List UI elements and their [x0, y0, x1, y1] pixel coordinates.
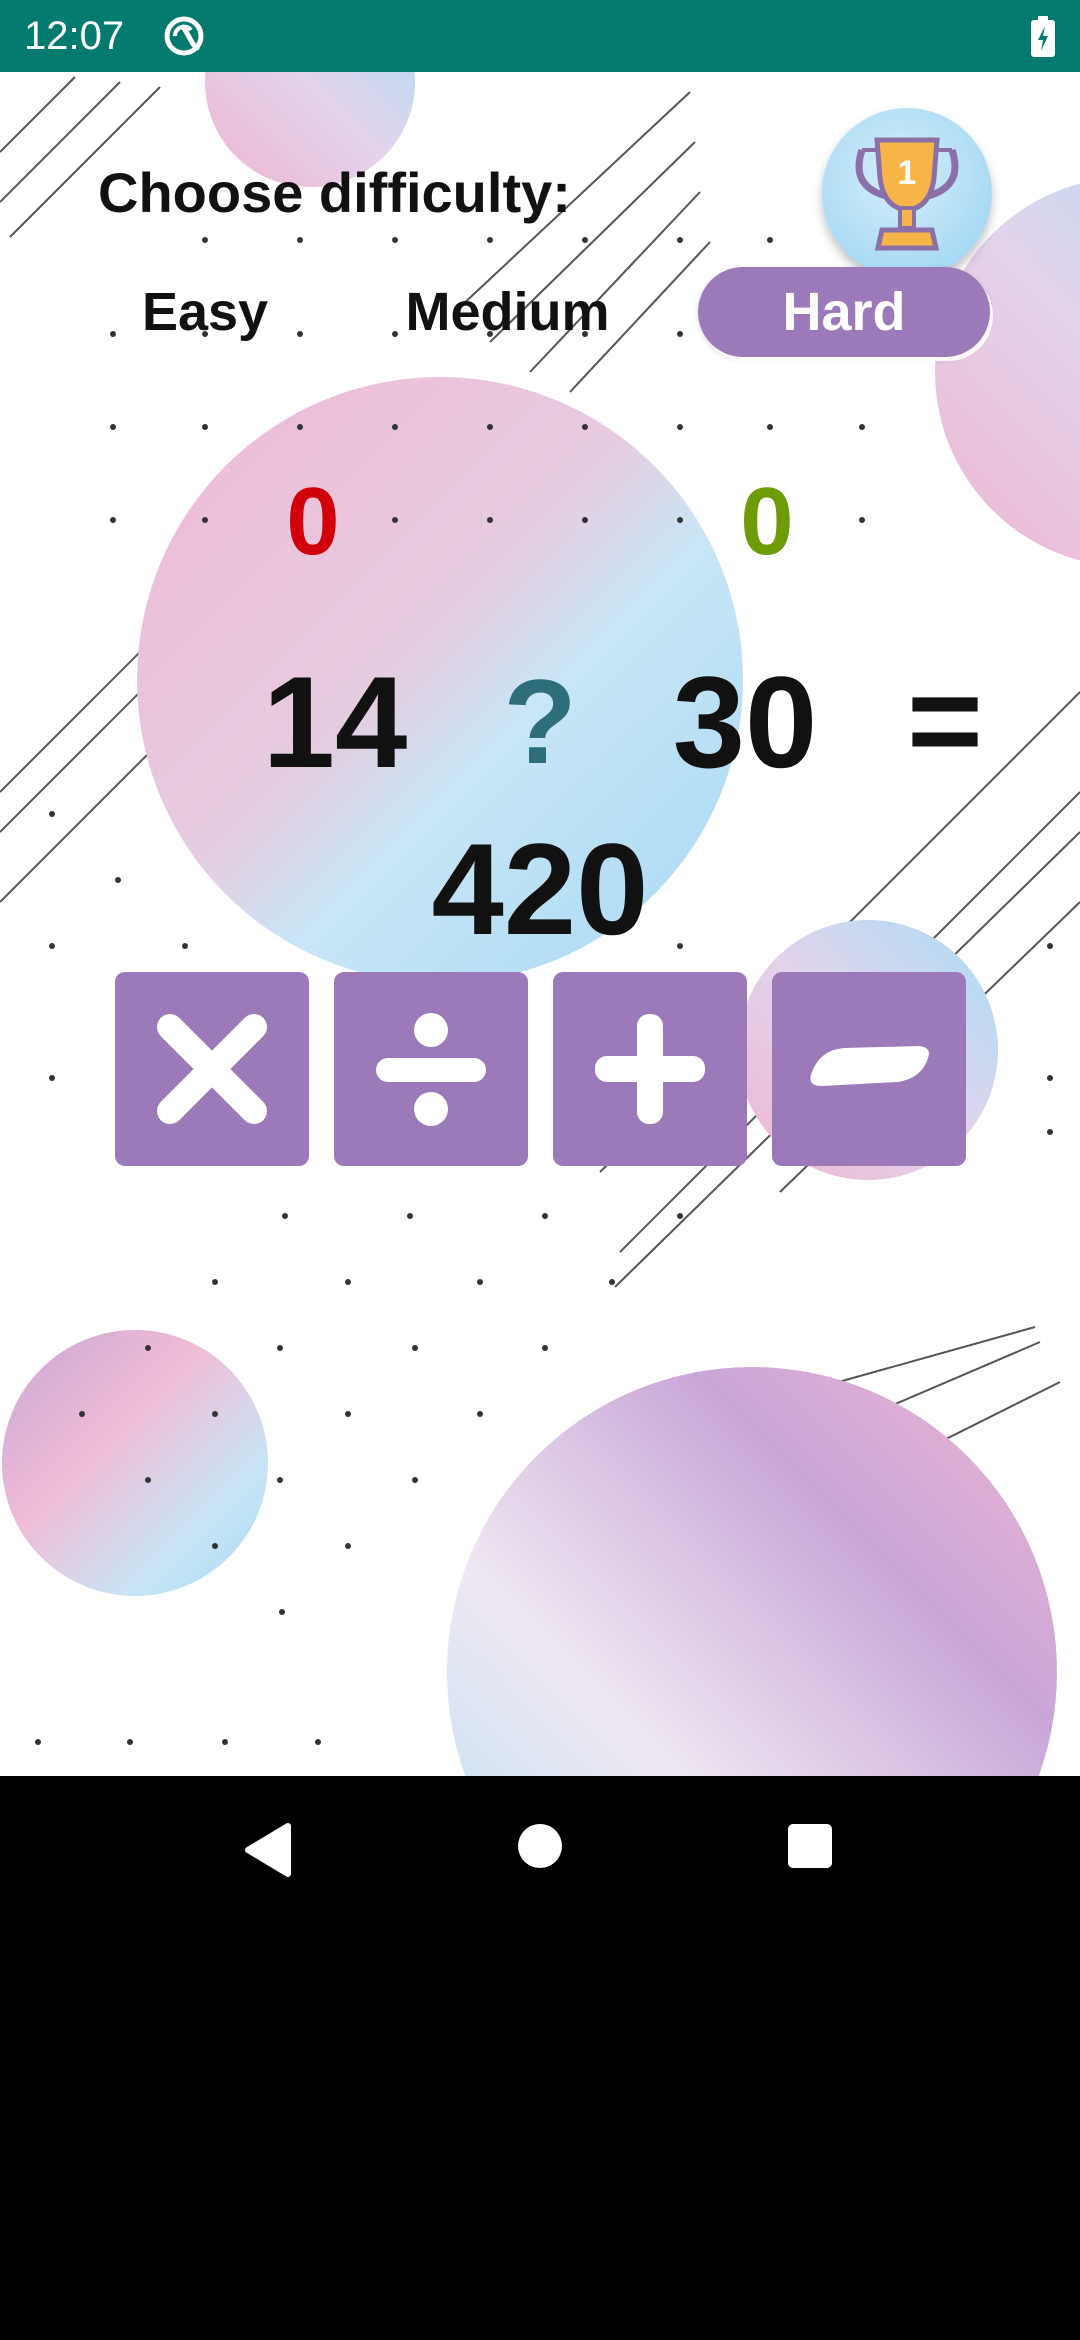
minus-icon: [810, 1046, 929, 1086]
multiply-button[interactable]: [115, 972, 309, 1166]
game-screen: Choose difficulty: 1 Easy Medium Hard 0 …: [0, 72, 1080, 1776]
difficulty-medium-button[interactable]: Medium: [395, 267, 620, 357]
plus-icon: [595, 1014, 705, 1124]
minus-button[interactable]: [772, 972, 966, 1166]
plus-button[interactable]: [553, 972, 747, 1166]
recents-icon[interactable]: [786, 1822, 834, 1875]
correct-answers-count: 0: [740, 468, 794, 575]
leaderboard-rank: 1: [897, 154, 917, 192]
back-icon[interactable]: [242, 1822, 292, 1883]
home-icon[interactable]: [516, 1822, 564, 1875]
status-time: 12:07: [24, 14, 125, 58]
difficulty-hard-button[interactable]: Hard: [698, 267, 990, 357]
trophy-icon: [855, 137, 959, 251]
battery-charging-icon: [1030, 16, 1056, 58]
page-title: Choose difficulty:: [98, 161, 571, 224]
sync-circle-icon: [162, 14, 206, 58]
navigation-bar: [0, 1776, 1080, 2340]
divide-icon: [376, 1013, 486, 1126]
right-operand: 30: [672, 649, 818, 795]
difficulty-easy-button[interactable]: Easy: [110, 267, 300, 357]
divide-button[interactable]: [334, 972, 528, 1166]
leaderboard-button[interactable]: 1: [822, 108, 992, 278]
operator-placeholder: ?: [503, 655, 577, 789]
status-bar: 12:07: [0, 0, 1080, 72]
result-value: 420: [431, 816, 649, 962]
multiply-icon: [157, 1014, 267, 1124]
equals-sign: =: [907, 647, 983, 793]
left-operand: 14: [262, 649, 408, 795]
wrong-answers-count: 0: [286, 468, 340, 575]
